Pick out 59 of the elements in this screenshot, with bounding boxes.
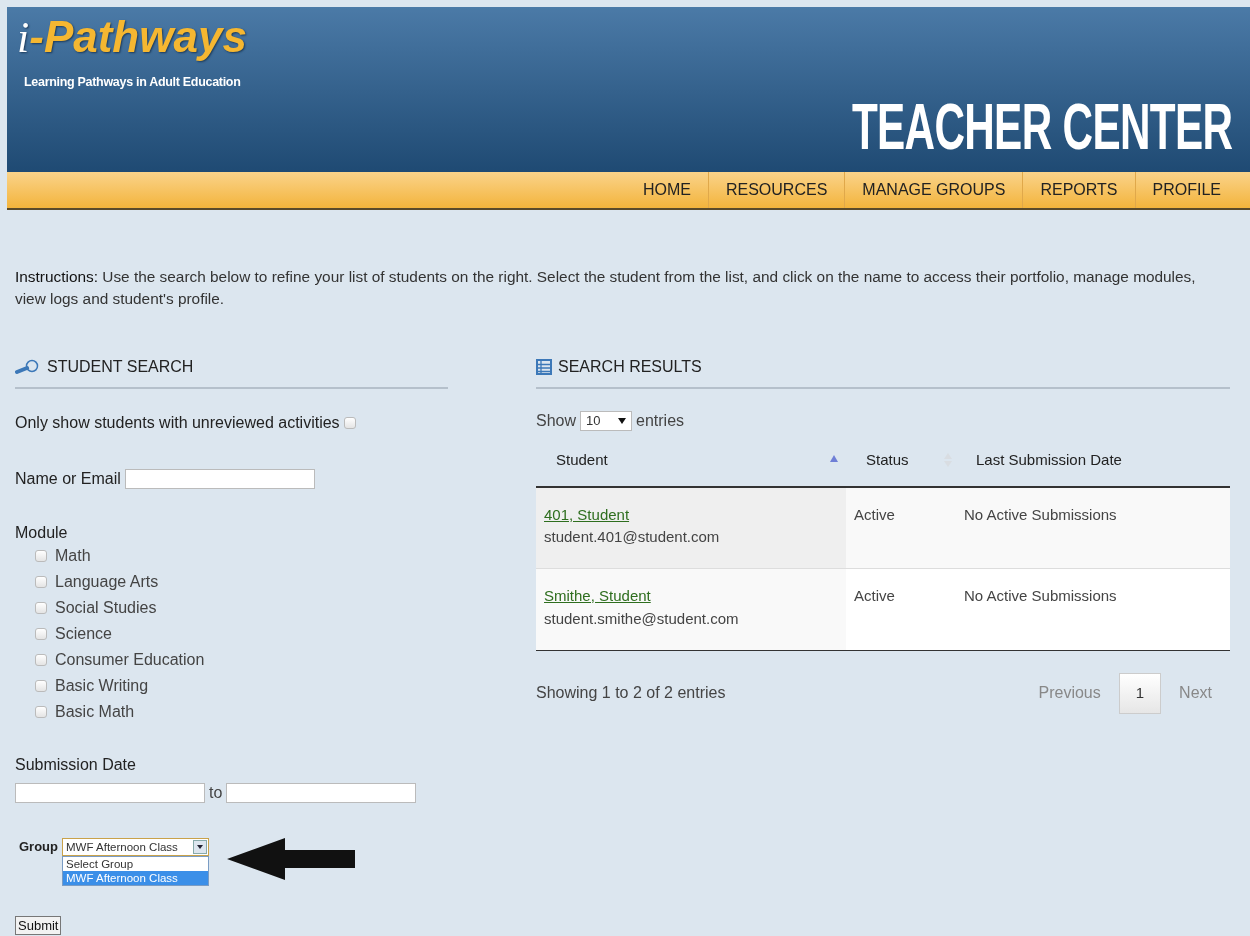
checkbox[interactable] <box>35 654 47 666</box>
submission-text: No Active Submissions <box>964 587 1117 604</box>
nav-link[interactable]: HOME <box>625 172 708 208</box>
field-label: Group <box>19 839 58 854</box>
student-link[interactable]: Smithe, Student <box>544 587 651 604</box>
checkbox[interactable] <box>35 680 47 692</box>
student-email: student.smithe@student.com <box>544 609 739 627</box>
tagline: Learning Pathways in Adult Education <box>24 74 241 91</box>
site-title: TEACHER CENTER <box>851 95 1232 159</box>
option-label: Basic Writing <box>55 676 149 696</box>
dropdown-option[interactable]: Select Group <box>63 857 208 871</box>
nav-link[interactable]: MANAGE GROUPS <box>844 172 1023 208</box>
group-select[interactable]: MWF Afternoon Class <box>62 838 209 856</box>
submit-button[interactable]: Submit <box>15 916 62 935</box>
column-header[interactable]: Student <box>536 441 846 487</box>
filter-label: Only show students with unreviewed activities <box>15 413 340 433</box>
search-icon <box>15 359 41 375</box>
page-size-select[interactable]: 10 <box>580 411 633 431</box>
caret-icon <box>618 418 627 424</box>
date-separator: to <box>209 783 223 803</box>
option-label: Language Arts <box>55 572 159 592</box>
option-label: Science <box>55 624 112 644</box>
status-text: Active <box>854 505 895 523</box>
checkbox[interactable] <box>35 628 47 640</box>
checkbox[interactable] <box>343 417 356 429</box>
checkbox[interactable] <box>35 550 47 562</box>
table-info: Showing 1 to 2 of 2 entries <box>536 683 726 704</box>
nav-link[interactable]: REPORTS <box>1022 172 1135 208</box>
option-label: Math <box>55 546 91 566</box>
instructions-text: Instructions: Use the search below to refine your list of students on the right. Select the student from the list, and click on the name to access their portfolio, manage modules, view logs and student's profile. <box>15 267 1197 309</box>
date-field[interactable] <box>15 783 205 803</box>
option-label: Basic Math <box>55 702 135 722</box>
section-title: SEARCH RESULTS <box>558 357 702 377</box>
checkbox[interactable] <box>35 706 47 718</box>
submission-text: No Active Submissions <box>964 505 1117 523</box>
section-title: STUDENT SEARCH <box>47 357 194 377</box>
status-text: Active <box>854 587 895 604</box>
field-label: Module <box>15 523 69 543</box>
field-label: Submission Date <box>15 755 137 775</box>
column-header[interactable]: Status <box>846 441 956 487</box>
option-label: Consumer Education <box>55 650 205 670</box>
date-field[interactable] <box>226 783 417 803</box>
student-link[interactable]: 401, Student <box>544 505 630 523</box>
sort-ascending-icon <box>830 455 838 462</box>
column-header[interactable]: Last Submission Date <box>956 441 1230 487</box>
field-label: Name or Email <box>15 469 121 489</box>
caret-icon <box>197 845 203 849</box>
logo: i-Pathways <box>17 15 247 60</box>
length-label: Show <box>536 411 577 431</box>
list-icon <box>536 359 552 375</box>
name-field[interactable] <box>124 469 315 489</box>
student-email: student.401@student.com <box>544 528 720 545</box>
nav-link[interactable]: RESOURCES <box>707 172 845 208</box>
nav-link[interactable]: PROFILE <box>1134 172 1238 208</box>
page-button[interactable]: 1 <box>1118 673 1162 714</box>
length-label: entries <box>636 411 685 431</box>
checkbox[interactable] <box>35 602 47 614</box>
checkbox[interactable] <box>35 576 47 588</box>
option-label: Social Studies <box>55 598 157 618</box>
